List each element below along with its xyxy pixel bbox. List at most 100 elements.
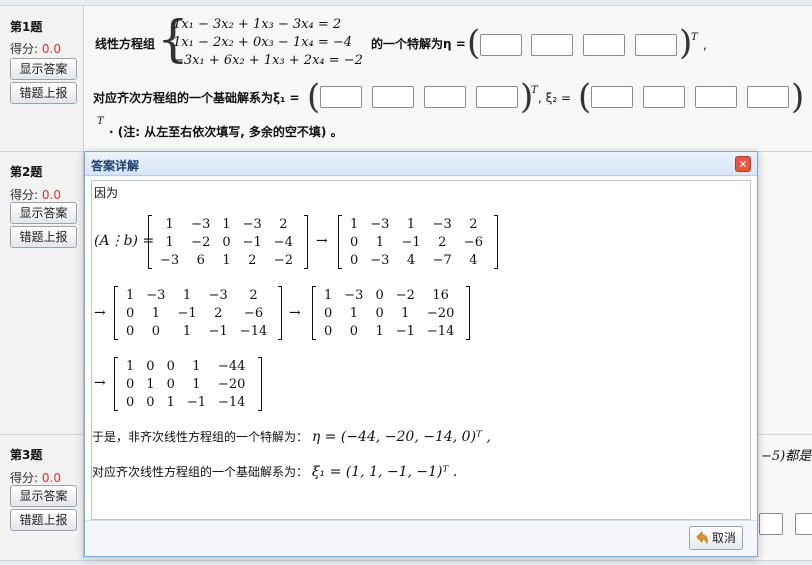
right-bracket [258,357,262,411]
left-bracket [114,286,118,340]
matrix-cell: −6 [463,234,483,250]
dialog-title: 答案详解 [91,159,140,173]
matrix-cell: 1 [222,252,231,268]
q3-input-partial-2[interactable] [795,513,812,535]
report-error-button[interactable]: 错题上报 [10,509,77,531]
score-label: 得分: [10,188,39,202]
matrix-cell: 2 [249,287,258,303]
matrix-row: 1 −3 1 −3 2 [344,215,489,233]
xi2-input-4[interactable] [747,86,789,108]
xi2-paren-open: ( [578,77,592,117]
cancel-button[interactable]: 取消 [689,526,743,550]
matrix-cell: 0 [350,234,359,250]
fill-note: · (注: 从左至右依次填写, 多余的空不填) 。 [109,125,343,139]
matrix-cell: 0 [166,358,175,374]
matrix-3: 1 −3 1 −3 2 0 1 −1 2 −6 0 0 1 −1 −14 [114,286,282,340]
matrix-cell: 6 [196,252,205,268]
left-bracket [312,286,316,340]
matrix-cell: −2 [191,234,211,250]
matrix-cell: −3 [146,287,166,303]
question-3-title: 第3题 [10,448,43,462]
right-bracket [494,215,498,269]
eta-input-2[interactable] [531,34,573,56]
matrix-cell: 0 [349,323,358,339]
matrix-cell: 1 [375,323,384,339]
left-bracket [338,215,342,269]
matrix-table: 1 −3 1 −3 2 0 1 −1 2 −6 0 −3 4 −7 4 [344,215,489,269]
xi2-input-3[interactable] [695,86,737,108]
eta-input-1[interactable] [480,34,522,56]
left-bracket [114,357,118,411]
arrow-3: → [289,305,301,321]
matrix-cell: −3 [370,252,390,268]
matrix-cell: 4 [406,252,416,268]
matrix-row: 1 −3 1 −3 2 [120,286,273,304]
matrix-cell: 0 [126,305,135,321]
report-error-button[interactable]: 错题上报 [10,226,77,248]
matrix-cell: 2 [469,216,478,232]
matrix-cell: 1 [182,287,192,303]
matrix-cell: 1 [165,234,174,250]
matrix-cell: 4 [469,252,478,268]
equation-2: 1x₁ − 2x₂ + 0x₃ − 1x₄ = −4 [173,35,353,50]
xi2-paren-close: ) [791,77,805,117]
matrix-cell: −7 [432,252,452,268]
matrix-row: 1 −2 0 −1 −4 [154,233,299,251]
matrix-cell: 1 [324,287,333,303]
matrix-cell: −1 [395,323,415,339]
show-answer-button[interactable]: 显示答案 [10,485,77,507]
matrix-table: 1 −3 1 −3 2 1 −2 0 −1 −4 −3 6 1 2 −2 [154,215,299,269]
matrix-cell: −1 [401,234,421,250]
arrow-2: → [94,305,106,321]
answer-detail-dialog: 答案详解 ✕ 因为 (A⋮b) = 1 −3 1 −3 2 1 −2 0 −1 −4 −3 6 1 2 −2… [84,151,758,557]
matrix-table: 1 −3 1 −3 2 0 1 −1 2 −6 0 0 1 −1 −14 [120,286,273,340]
xi1-input-4[interactable] [476,86,518,108]
particular-solution-line: 于是，非齐次线性方程组的一个特解为： η = (−44, −20, −14, 0… [92,428,491,445]
matrix-row: 1 −3 1 −3 2 [154,215,299,233]
basis-label: 对应齐次方程组的一个基础解系为ξ₁ = [93,91,300,105]
xi2-input-2[interactable] [643,86,685,108]
close-icon[interactable]: ✕ [735,156,751,172]
eta-input-4[interactable] [635,34,677,56]
intro-text: 因为 [94,186,119,200]
matrix-cell: −14 [239,323,268,339]
xi1-input-2[interactable] [372,86,414,108]
eta-comma: , [703,38,707,52]
xi1-input-3[interactable] [424,86,466,108]
question-1-content: 线性方程组 { 1x₁ − 3x₂ + 1x₃ − 3x₄ = 2 1x₁ − … [85,6,812,151]
eta-input-3[interactable] [583,34,625,56]
q3-input-partial-1[interactable] [759,513,783,535]
matrix-cell: −20 [218,376,246,392]
report-error-button[interactable]: 错题上报 [10,82,77,104]
matrix-cell: 2 [248,252,257,268]
xi1-paren-open: ( [307,77,321,117]
matrix-cell: 1 [126,358,135,374]
right-bracket [278,286,282,340]
show-answer-button[interactable]: 显示答案 [10,202,77,224]
question-2-title: 第2题 [10,165,43,179]
matrix-cell: 1 [192,358,201,374]
xi1-input-1[interactable] [320,86,362,108]
matrix-cell: −3 [208,287,228,303]
question-3-score: 得分: 0.0 [10,469,61,486]
matrix-cell: 1 [126,287,135,303]
matrix-cell: −4 [273,234,293,250]
show-answer-button[interactable]: 显示答案 [10,58,77,80]
matrix-cell: 0 [166,376,175,392]
matrix-cell: 1 [165,216,174,232]
matrix-cell: −2 [273,252,293,268]
matrix-cell: −44 [218,358,246,374]
matrix-cell: 1 [222,216,231,232]
matrix-row: 0 −3 4 −7 4 [344,251,489,269]
matrix-cell: 2 [279,216,288,232]
dialog-footer: 取消 [85,520,757,556]
basis-prefix: 对应齐次线性方程组的一个基础解系为： [92,465,309,479]
matrix-row: 0 1 −1 2 −6 [120,304,273,322]
xi2-input-1[interactable] [591,86,633,108]
matrix-cell: −3 [344,287,364,303]
matrix-cell: −3 [432,216,452,232]
score-value: 0.0 [41,471,61,485]
matrix-5: 1 0 0 1 −44 0 1 0 1 −20 0 0 1 −1 −14 [114,357,262,411]
score-label: 得分: [10,42,39,56]
question-1-sidebar: 第1题 得分: 0.0 显示答案 错题上报 [0,6,84,151]
